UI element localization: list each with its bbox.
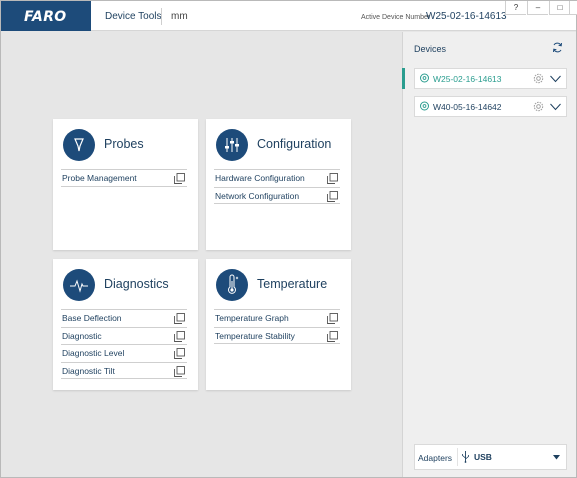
minimize-button[interactable]: – bbox=[527, 1, 548, 15]
card-item-label: Network Configuration bbox=[215, 190, 300, 201]
open-window-icon[interactable] bbox=[327, 330, 338, 342]
refresh-icon[interactable] bbox=[552, 42, 563, 53]
location-pin-icon bbox=[420, 101, 429, 111]
app-window: FARO Device Tools mm Active Device Numbe… bbox=[0, 0, 577, 478]
device-row-active[interactable]: W25-02-16-14613 bbox=[414, 68, 567, 89]
adapter-select[interactable]: USB bbox=[457, 448, 565, 466]
card-item-diagnostic-level[interactable]: Diagnostic Level bbox=[61, 344, 187, 362]
app-section-title: Device Tools bbox=[105, 11, 162, 22]
location-pin-icon bbox=[420, 73, 429, 83]
card-item-label: Hardware Configuration bbox=[215, 173, 305, 183]
card-item-temperature-stability[interactable]: Temperature Stability bbox=[214, 326, 340, 344]
card-item-list: Probe Management bbox=[61, 169, 187, 187]
card-diagnostics: Diagnostics Base Deflection Diagnostic D… bbox=[53, 259, 198, 390]
card-configuration: Configuration Hardware Configuration Net… bbox=[206, 119, 351, 250]
adapters-bar: Adapters USB bbox=[414, 444, 567, 470]
gear-icon[interactable] bbox=[533, 101, 544, 112]
card-item-temperature-graph[interactable]: Temperature Graph bbox=[214, 309, 340, 327]
adapters-label: Adapters bbox=[418, 453, 453, 463]
card-item-label: Temperature Stability bbox=[215, 330, 295, 341]
card-item-label: Probe Management bbox=[62, 173, 137, 183]
open-window-icon[interactable] bbox=[327, 190, 338, 202]
devices-panel: Devices W25-02-16-14613 W40-05-16-14642 … bbox=[402, 32, 576, 477]
card-item-list: Temperature Graph Temperature Stability bbox=[214, 309, 340, 344]
close-button[interactable] bbox=[569, 1, 577, 15]
active-device-label: Active Device Number bbox=[361, 14, 431, 21]
card-item-network-configuration[interactable]: Network Configuration bbox=[214, 186, 340, 204]
device-row[interactable]: W40-05-16-14642 bbox=[414, 96, 567, 117]
probe-icon bbox=[63, 129, 95, 161]
brand-area: FARO bbox=[1, 1, 91, 31]
card-item-list: Base Deflection Diagnostic Diagnostic Le… bbox=[61, 309, 187, 379]
card-item-base-deflection[interactable]: Base Deflection bbox=[61, 309, 187, 327]
device-name: W40-05-16-14642 bbox=[433, 102, 502, 112]
devices-title: Devices bbox=[414, 44, 447, 54]
faro-logo: FARO bbox=[24, 9, 67, 25]
card-title: Configuration bbox=[257, 137, 332, 151]
card-temperature: Temperature Temperature Graph Temperatur… bbox=[206, 259, 351, 390]
active-device-number: W25-02-16-14613 bbox=[426, 11, 507, 22]
help-button[interactable]: ? bbox=[505, 1, 526, 15]
header-divider bbox=[161, 8, 162, 25]
card-item-label: Diagnostic bbox=[62, 330, 102, 341]
card-item-list: Hardware Configuration Network Configura… bbox=[214, 169, 340, 204]
card-title: Diagnostics bbox=[104, 277, 169, 291]
card-item-label: Base Deflection bbox=[62, 313, 122, 323]
card-item-label: Temperature Graph bbox=[215, 313, 289, 323]
chevron-down-icon[interactable] bbox=[550, 75, 561, 83]
sliders-icon bbox=[216, 129, 248, 161]
header-bar: FARO Device Tools mm Active Device Numbe… bbox=[1, 1, 577, 31]
open-window-icon[interactable] bbox=[174, 313, 185, 324]
card-title: Temperature bbox=[257, 277, 328, 291]
open-window-icon[interactable] bbox=[327, 173, 338, 184]
units-selector[interactable]: mm bbox=[171, 11, 188, 22]
open-window-icon[interactable] bbox=[174, 173, 185, 184]
maximize-button[interactable]: □ bbox=[549, 1, 570, 15]
device-name: W25-02-16-14613 bbox=[433, 74, 502, 84]
card-item-probe-management[interactable]: Probe Management bbox=[61, 169, 187, 187]
open-window-icon[interactable] bbox=[174, 365, 185, 377]
card-item-label: Diagnostic Tilt bbox=[62, 365, 115, 376]
dropdown-caret-icon[interactable] bbox=[553, 455, 560, 460]
card-item-label: Diagnostic Level bbox=[62, 348, 125, 358]
usb-icon bbox=[462, 451, 469, 463]
open-window-icon[interactable] bbox=[327, 313, 338, 324]
thermometer-icon bbox=[216, 269, 248, 301]
waveform-icon bbox=[63, 269, 95, 301]
gear-icon[interactable] bbox=[533, 73, 544, 84]
adapter-value: USB bbox=[474, 452, 492, 462]
open-window-icon[interactable] bbox=[174, 348, 185, 359]
chevron-down-icon[interactable] bbox=[550, 103, 561, 111]
card-item-hardware-configuration[interactable]: Hardware Configuration bbox=[214, 169, 340, 187]
card-item-diagnostic-tilt[interactable]: Diagnostic Tilt bbox=[61, 361, 187, 379]
card-item-diagnostic[interactable]: Diagnostic bbox=[61, 326, 187, 345]
card-title: Probes bbox=[104, 137, 144, 151]
active-device-indicator bbox=[402, 68, 405, 89]
open-window-icon[interactable] bbox=[174, 330, 185, 342]
card-probes: Probes Probe Management bbox=[53, 119, 198, 250]
